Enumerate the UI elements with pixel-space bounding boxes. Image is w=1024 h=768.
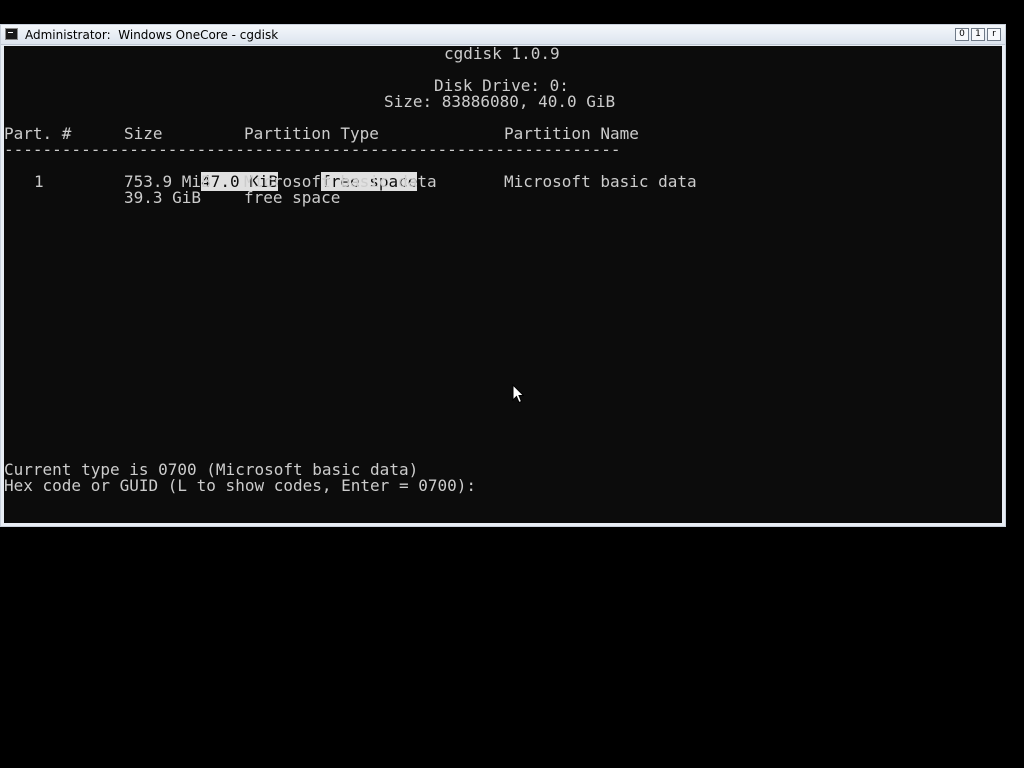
mouse-pointer-icon	[512, 384, 524, 404]
header-separator: ----------------------------------------…	[4, 140, 621, 159]
console-window[interactable]: Administrator: Windows OneCore - cgdisk …	[0, 24, 1006, 527]
partition-type: free space	[244, 188, 341, 207]
close-button[interactable]: r	[987, 28, 1001, 41]
app-title: cgdisk 1.0.9	[444, 46, 560, 63]
console-output[interactable]: cgdisk 1.0.9 Disk Drive: 0: Size: 838860…	[4, 46, 1002, 523]
window-title: Administrator: Windows OneCore - cgdisk	[25, 28, 279, 42]
partition-name: Microsoft basic data	[504, 172, 697, 191]
console-icon	[5, 28, 18, 40]
partition-number: 1	[34, 172, 44, 191]
desktop: Administrator: Windows OneCore - cgdisk …	[0, 0, 1024, 768]
title-bar[interactable]: Administrator: Windows OneCore - cgdisk …	[1, 25, 1005, 45]
minimize-button[interactable]: 0	[955, 28, 969, 41]
maximize-button[interactable]: 1	[971, 28, 985, 41]
disk-size-info: Size: 83886080, 40.0 GiB	[384, 92, 616, 111]
hex-code-prompt[interactable]: Hex code or GUID (L to show codes, Enter…	[4, 478, 476, 494]
partition-size[interactable]: 39.3 GiB	[124, 190, 201, 206]
window-controls: 0 1 r	[955, 28, 1001, 41]
